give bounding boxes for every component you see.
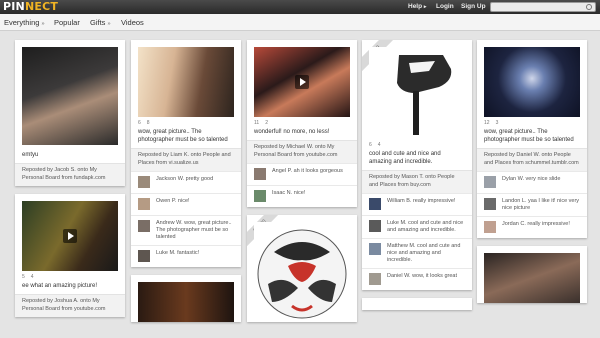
soccer-ball-icon bbox=[257, 229, 347, 319]
pin-card[interactable]: emtyu Reposted by Jacob S. onto My Perso… bbox=[15, 40, 125, 186]
pin-card[interactable]: 68 wow, great picture.. The photographer… bbox=[131, 40, 241, 267]
comment: Owen P. nice! bbox=[131, 193, 241, 215]
nav-popular[interactable]: Popular bbox=[54, 14, 80, 31]
pin-description: ee what an amazing picture! bbox=[22, 283, 98, 289]
pin-description: cool and cute and nice and amazing and i… bbox=[369, 151, 441, 165]
signup-link[interactable]: Sign Up bbox=[461, 0, 486, 14]
pin-column-1: emtyu Reposted by Jacob S. onto My Perso… bbox=[15, 40, 125, 325]
avatar[interactable] bbox=[369, 198, 381, 210]
pin-card[interactable] bbox=[477, 246, 587, 303]
pin-image[interactable] bbox=[138, 282, 234, 322]
comment: Luke M. fantastic! bbox=[131, 245, 241, 267]
avatar[interactable] bbox=[138, 220, 150, 232]
golf-club-icon bbox=[397, 55, 452, 135]
comment: Isaac N. nice! bbox=[247, 185, 357, 207]
repost-info: Reposted by Joshua A. onto My Personal B… bbox=[15, 294, 125, 317]
comments-count: 8 bbox=[146, 120, 150, 126]
nav-videos[interactable]: Videos bbox=[121, 14, 144, 31]
avatar[interactable] bbox=[254, 168, 266, 180]
likes-count: 5 bbox=[22, 274, 25, 280]
comment: Andrew W. wow, great picture.. The photo… bbox=[131, 215, 241, 245]
pin-column-5: 12 3 wow, great picture.. The photographe… bbox=[477, 40, 587, 311]
repost-info: Reposted by Liam K. onto People and Plac… bbox=[131, 148, 241, 171]
pin-card[interactable]: 12 3 wow, great picture.. The photographe… bbox=[477, 40, 587, 238]
pin-column-3: 11 2 wonderful! no more, no less! Reposte… bbox=[247, 40, 357, 330]
comments-count: 4 bbox=[30, 274, 34, 280]
login-link[interactable]: Login bbox=[436, 0, 454, 14]
pin-video-image[interactable] bbox=[254, 47, 350, 117]
avatar[interactable] bbox=[138, 198, 150, 210]
avatar[interactable] bbox=[369, 220, 381, 232]
comment: Luke M. cool and cute and nice and amazi… bbox=[362, 215, 472, 238]
comment: William B. really impressive! bbox=[362, 193, 472, 215]
avatar[interactable] bbox=[369, 273, 381, 285]
pin-image[interactable] bbox=[484, 47, 580, 117]
pin-description: emtyu bbox=[22, 152, 39, 158]
category-bar: Everything » Popular Gifts » Videos bbox=[0, 14, 600, 31]
nav-everything[interactable]: Everything » bbox=[4, 14, 45, 31]
logo[interactable]: PINNECT bbox=[3, 1, 58, 13]
avatar[interactable] bbox=[484, 176, 496, 188]
chevron-right-icon: ▸ bbox=[423, 4, 427, 10]
pin-description: wow, great picture.. The photographer mu… bbox=[138, 129, 228, 143]
pin-video-image[interactable] bbox=[22, 201, 118, 271]
pin-card[interactable] bbox=[131, 275, 241, 322]
avatar[interactable] bbox=[138, 250, 150, 262]
avatar[interactable] bbox=[484, 221, 496, 233]
pin-stats: 68 bbox=[131, 117, 241, 126]
comment: Jackson W. pretty good bbox=[131, 171, 241, 193]
play-icon[interactable] bbox=[295, 75, 309, 89]
pin-description: wonderful! no more, no less! bbox=[254, 129, 330, 135]
pin-card[interactable]: $75.00 bbox=[247, 215, 357, 322]
top-bar: PINNECT Help ▸ Login Sign Up bbox=[0, 0, 600, 14]
comment: Daniel W. wow, it looks great bbox=[362, 268, 472, 290]
pin-card[interactable]: 54 ee what an amazing picture! Reposted … bbox=[15, 194, 125, 317]
avatar[interactable] bbox=[369, 243, 381, 255]
pin-column-2: 68 wow, great picture.. The photographer… bbox=[131, 40, 241, 330]
pin-card[interactable]: $2.99 64 cool and cute and nice and amaz… bbox=[362, 40, 472, 290]
avatar[interactable] bbox=[484, 198, 496, 210]
help-menu[interactable]: Help ▸ bbox=[408, 0, 426, 14]
likes-count: 12 bbox=[484, 120, 490, 126]
comments-count: 2 bbox=[265, 120, 268, 126]
pin-image[interactable] bbox=[254, 222, 350, 322]
repost-info: Reposted by Jacob S. onto My Personal Bo… bbox=[15, 163, 125, 186]
search-icon[interactable] bbox=[586, 4, 592, 10]
comment: Dylan W. very nice slide bbox=[477, 171, 587, 193]
avatar[interactable] bbox=[138, 176, 150, 188]
pin-card[interactable] bbox=[362, 298, 472, 310]
pin-stats: 54 bbox=[15, 271, 125, 280]
search-input[interactable] bbox=[490, 2, 596, 12]
pin-description: wow, great picture.. The photographer mu… bbox=[484, 129, 574, 143]
play-icon[interactable] bbox=[63, 229, 77, 243]
repost-info: Reposted by Mason T. onto People and Pla… bbox=[362, 170, 472, 193]
pin-column-4: $2.99 64 cool and cute and nice and amaz… bbox=[362, 40, 472, 318]
pin-stats: 12 3 bbox=[477, 117, 587, 126]
nav-gifts[interactable]: Gifts » bbox=[90, 14, 111, 31]
pin-stats: 64 bbox=[362, 139, 472, 148]
pin-image[interactable] bbox=[22, 47, 118, 145]
pin-image[interactable] bbox=[369, 47, 465, 139]
likes-count: 6 bbox=[138, 120, 141, 126]
repost-info: Reposted by Michael W. onto My Personal … bbox=[247, 140, 357, 163]
comments-count: 4 bbox=[377, 142, 381, 148]
comment: Matthew M. cool and cute and nice and am… bbox=[362, 238, 472, 268]
pin-card[interactable]: 11 2 wonderful! no more, no less! Reposte… bbox=[247, 40, 357, 207]
pin-image[interactable] bbox=[138, 47, 234, 117]
likes-count: 6 bbox=[369, 142, 372, 148]
comment: Landon L. yaa I like it! nice very nice … bbox=[477, 193, 587, 216]
likes-count: 11 bbox=[254, 120, 260, 126]
pin-stats: 11 2 bbox=[247, 117, 357, 126]
pin-image[interactable] bbox=[484, 253, 580, 303]
comments-count: 3 bbox=[495, 120, 499, 126]
repost-info: Reposted by Daniel W. onto People and Pl… bbox=[477, 148, 587, 171]
comment: Jordan C. really impressive! bbox=[477, 216, 587, 238]
comment: Angel P. ah it looks gorgeous bbox=[247, 163, 357, 185]
avatar[interactable] bbox=[254, 190, 266, 202]
